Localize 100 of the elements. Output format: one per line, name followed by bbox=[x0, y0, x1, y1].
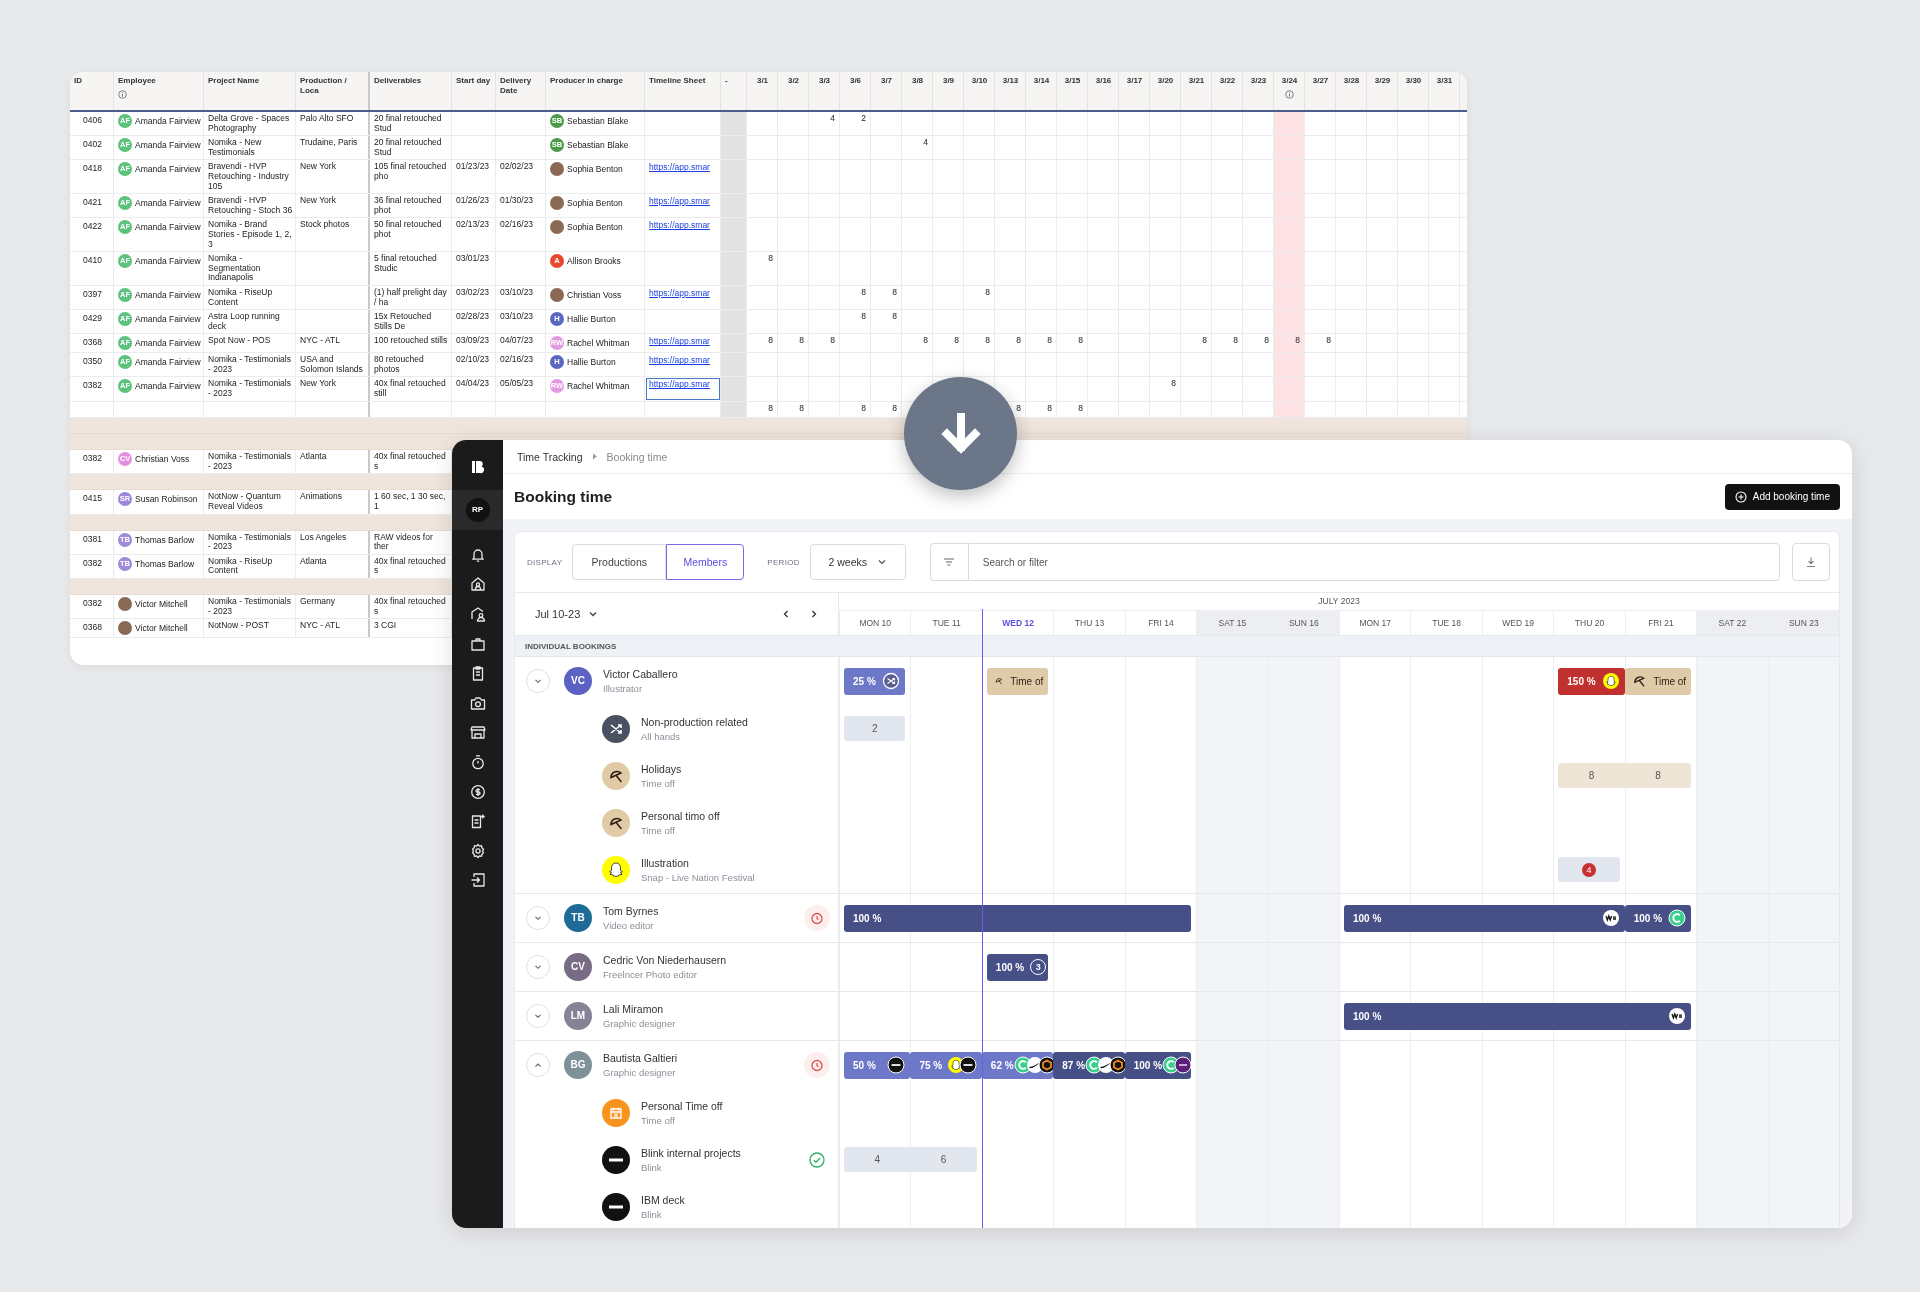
column-header: 3/15 bbox=[1064, 76, 1081, 86]
column-header: ID bbox=[74, 76, 82, 86]
booking-percent: 150 % bbox=[1567, 675, 1596, 687]
umbrella-icon bbox=[602, 761, 630, 790]
table-cell-text: 8 bbox=[1294, 334, 1301, 348]
user-avatar[interactable]: RP bbox=[465, 498, 490, 522]
booking-bar[interactable]: 100 % bbox=[1124, 1051, 1192, 1079]
employee-name: Amanda Fairview bbox=[135, 139, 201, 153]
link[interactable]: https://app.smar bbox=[649, 162, 710, 173]
avatar-photo bbox=[550, 287, 564, 302]
camera-icon bbox=[469, 694, 486, 711]
booking-bar[interactable]: Time of bbox=[1624, 667, 1692, 695]
filter-button[interactable] bbox=[929, 543, 968, 581]
booking-bar[interactable]: 100 % bbox=[1344, 904, 1625, 932]
table-cell-text: 02/28/23 bbox=[455, 310, 491, 324]
avatar-photo bbox=[118, 597, 132, 611]
column-header: 3/29 bbox=[1374, 76, 1391, 86]
table-cell-text: New York bbox=[299, 160, 337, 174]
table-cell-text: 36 final retouched phot bbox=[373, 194, 443, 217]
shuffle-icon bbox=[602, 714, 630, 743]
booking-bar[interactable]: 62 % bbox=[981, 1051, 1054, 1079]
table-cell-text: 0382 bbox=[82, 379, 103, 393]
producer-name: Hallie Burton bbox=[567, 356, 616, 370]
booking-bar[interactable]: 100 % bbox=[844, 904, 1192, 932]
view-tab[interactable]: Members bbox=[666, 544, 745, 580]
table-cell-text: NYC - ATL bbox=[299, 334, 341, 348]
expand-button[interactable] bbox=[526, 955, 550, 979]
booking-bar[interactable]: 87 % bbox=[1053, 1051, 1125, 1079]
employee-name: Amanda Fairview bbox=[135, 288, 201, 302]
link[interactable]: https://app.smar bbox=[649, 287, 710, 298]
section-header: INDIVIDUAL BOOKINGS bbox=[515, 635, 1839, 657]
briefcase-icon bbox=[469, 635, 486, 652]
table-cell-text: NotNow - POST bbox=[207, 619, 270, 633]
table-cell-text: 8 bbox=[1015, 334, 1022, 348]
add-booking-button[interactable]: Add booking time bbox=[1724, 483, 1840, 510]
period-dropdown[interactable]: 2 weeks bbox=[809, 544, 906, 580]
day-header: SAT 22 bbox=[1696, 610, 1768, 635]
plus-circle-icon bbox=[1734, 490, 1747, 503]
expand-button[interactable] bbox=[526, 1053, 550, 1077]
table-cell-text: Nomika - Brand Stories - Episode 1, 2, 3 bbox=[207, 218, 293, 251]
table-cell-text: 8 bbox=[829, 334, 836, 348]
booking-percent: 62 % bbox=[990, 1059, 1014, 1071]
shuffle-icon bbox=[882, 672, 901, 690]
avatar: LM bbox=[564, 1002, 592, 1030]
table-cell-text: USA and Solomon Islands bbox=[299, 353, 364, 376]
list-add-icon bbox=[469, 813, 486, 830]
booking-bar[interactable]: Time of bbox=[986, 667, 1049, 695]
member-role: Freelncer Photo editor bbox=[603, 969, 698, 980]
avatar: CV bbox=[564, 953, 592, 981]
hours-value: 4 bbox=[874, 1154, 880, 1165]
table-cell-text: Nomika - Segmentation Indianapolis bbox=[207, 252, 262, 285]
table-cell-text: 05/05/23 bbox=[499, 377, 535, 391]
expand-button[interactable] bbox=[526, 669, 550, 693]
booking-bar[interactable]: 100 % bbox=[1624, 904, 1692, 932]
alert-badge: 4 bbox=[1582, 862, 1596, 877]
breadcrumb-item[interactable]: Time Tracking bbox=[517, 450, 583, 463]
member-name: Lali Miramon bbox=[603, 1003, 665, 1015]
booking-bar[interactable]: 75 % bbox=[910, 1051, 982, 1079]
table-cell-text: 8 bbox=[1263, 334, 1270, 348]
expand-button[interactable] bbox=[526, 906, 550, 930]
download-button[interactable] bbox=[1792, 543, 1830, 581]
day-header: SUN 23 bbox=[1767, 610, 1839, 635]
member-name: Cedric Von Niederhausern bbox=[603, 954, 728, 966]
table-cell-text: Delta Grove - Spaces Photography bbox=[207, 112, 291, 135]
table-cell-text: 8 bbox=[1046, 401, 1053, 415]
table-cell-text: 8 bbox=[767, 401, 774, 415]
table-cell-text: 40x final retouched s bbox=[373, 554, 447, 578]
booking-bar[interactable]: 50 % bbox=[844, 1051, 911, 1079]
column-header: 3/30 bbox=[1405, 76, 1422, 86]
table-cell-text: 8 bbox=[891, 401, 898, 415]
column-header: 3/7 bbox=[880, 76, 893, 86]
timer-icon bbox=[469, 753, 486, 770]
search-field[interactable]: Search or filter bbox=[967, 543, 1780, 581]
booking-percent: 100 % bbox=[1633, 912, 1663, 924]
table-cell-text: 1 60 sec, 1 30 sec, 1 bbox=[373, 490, 447, 514]
table-cell-text: 0415 bbox=[82, 492, 103, 506]
link[interactable]: https://app.smar bbox=[649, 355, 710, 366]
date-range-dropdown[interactable]: Jul 10-23 bbox=[535, 608, 599, 620]
employee-name: Christian Voss bbox=[135, 453, 190, 467]
table-cell-text: Nomika - Testimonials - 2023 bbox=[207, 450, 292, 473]
table-cell-text: 8 bbox=[891, 310, 898, 324]
expand-button[interactable] bbox=[526, 1004, 550, 1028]
table-cell-text: 0418 bbox=[82, 162, 103, 176]
table-cell-text: 01/30/23 bbox=[499, 194, 535, 208]
booking-percent: 87 % bbox=[1062, 1059, 1086, 1071]
link[interactable]: https://app.smar bbox=[649, 196, 710, 207]
link[interactable]: https://app.smar bbox=[649, 379, 710, 390]
column-header: Delivery Date bbox=[500, 76, 533, 95]
booking-bar[interactable]: 25 % bbox=[844, 667, 906, 695]
link[interactable]: https://app.smar bbox=[649, 336, 710, 347]
booking-bar[interactable]: 150 % bbox=[1558, 667, 1625, 695]
link[interactable]: https://app.smar bbox=[649, 220, 710, 231]
booking-bar[interactable]: 100 % bbox=[1344, 1002, 1692, 1030]
project-client: Time off bbox=[641, 824, 676, 836]
booking-bar[interactable]: 100 % 3 bbox=[986, 953, 1049, 981]
column-header: 3/21 bbox=[1188, 76, 1205, 86]
table-cell-text: 40x final retouched still bbox=[373, 377, 447, 401]
view-tab[interactable]: Productions bbox=[572, 544, 667, 580]
booking-percent: 100 % bbox=[1133, 1059, 1163, 1071]
employee-name: Thomas Barlow bbox=[135, 533, 195, 547]
